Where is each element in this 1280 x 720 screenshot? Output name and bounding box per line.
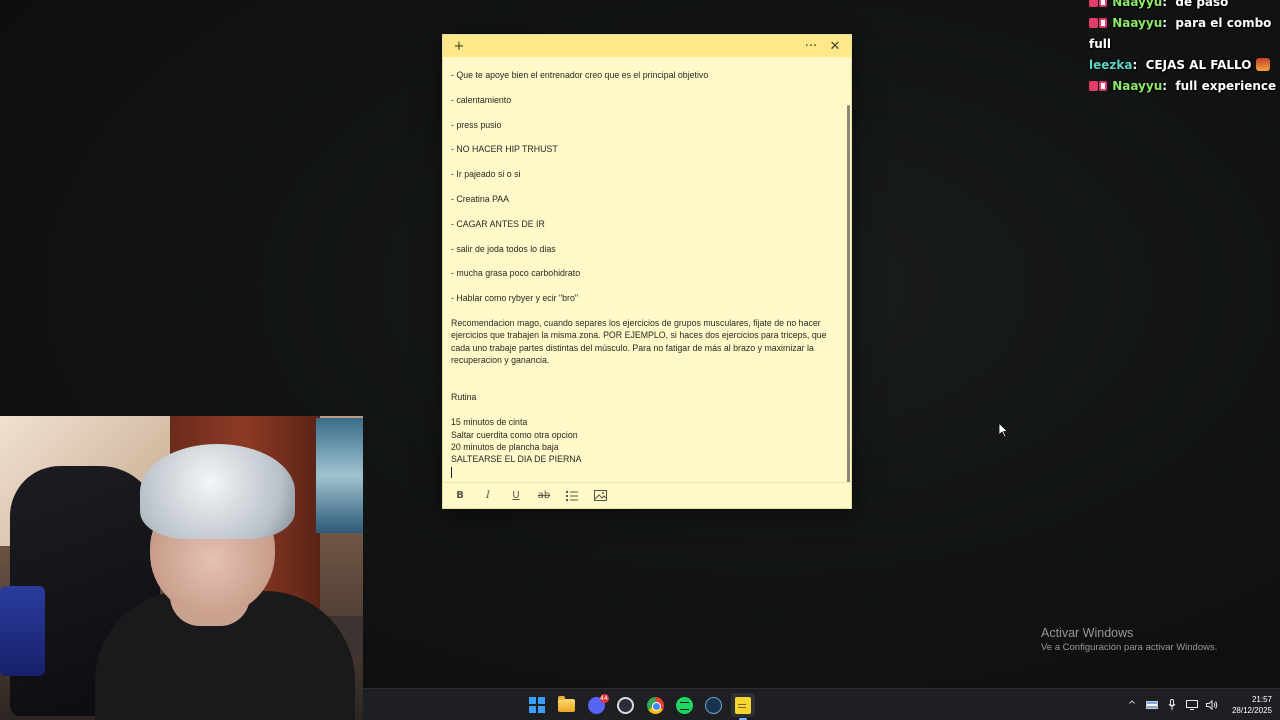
pencil-badge-icon	[1089, 0, 1098, 7]
note-line: - NO HACER HIP TRHUST	[451, 144, 558, 155]
chat-text: full experience	[1175, 79, 1277, 93]
stream-chat: Naayyu: de paso Naayyu: para el combo fu…	[1089, 0, 1280, 97]
text-caret	[451, 466, 837, 478]
steam-icon[interactable]	[701, 693, 725, 717]
underline-button[interactable]: U	[505, 486, 527, 506]
new-note-button[interactable]: +	[449, 37, 469, 55]
start-icon[interactable]	[525, 693, 549, 717]
routine-item: Saltar cuerdita como otra opcion	[451, 429, 578, 440]
chat-message: leezka: CEJAS AL FALLO	[1089, 55, 1280, 76]
strikethrough-button[interactable]: ab	[533, 486, 555, 506]
discord-icon[interactable]: 44	[584, 693, 609, 717]
clock-date: 28/12/2025	[1231, 706, 1272, 715]
chrome-icon[interactable]	[643, 693, 667, 717]
watermark-subtitle: Ve a Configuración para activar Windows.	[1041, 642, 1218, 653]
chat-text: CEJAS AL FALLO	[1145, 58, 1252, 72]
routine-item: 20 minutos de plancha baja	[451, 441, 559, 452]
note-line: - Creatina PAA	[451, 193, 510, 204]
show-hidden-icons-chevron-icon[interactable]: ^	[1122, 695, 1142, 715]
routine-item: 15 minutos de cinta	[451, 417, 528, 428]
sticky-note-window: + ··· ✕ - Que te apoye bien el entrenado…	[442, 34, 852, 509]
discord-badge: 44	[599, 693, 609, 703]
note-line: - Hablar como rybyer y ecir "bro"	[451, 293, 578, 304]
mod-badge-icon	[1099, 18, 1107, 28]
note-editor[interactable]: - Que te apoye bien el entrenador creo q…	[443, 57, 851, 482]
chat-message: Naayyu: full experience	[1089, 76, 1280, 97]
mod-badge-icon	[1099, 0, 1107, 7]
chat-message: Naayyu: de paso	[1089, 0, 1280, 13]
sticky-notes-icon[interactable]	[731, 693, 755, 720]
pencil-badge-icon	[1089, 18, 1098, 28]
volume-icon[interactable]	[1202, 695, 1222, 715]
recommendation-paragraph: Recomendacion mago, cuando separes los e…	[451, 317, 829, 366]
note-line: - CAGAR ANTES DE IR	[451, 218, 545, 229]
microphone-icon[interactable]	[1162, 695, 1182, 715]
mouse-cursor-icon	[998, 422, 1009, 442]
chat-username: Naayyu	[1112, 0, 1163, 9]
image-icon[interactable]	[589, 486, 611, 506]
italic-button[interactable]: I	[477, 486, 499, 506]
taskbar: 44 ^ 21:57 28/12/2025	[363, 688, 1280, 720]
network-icon[interactable]	[1182, 695, 1202, 715]
pencil-badge-icon	[1089, 81, 1098, 91]
note-line: - Ir pajeado si o si	[451, 169, 521, 180]
bold-button[interactable]: B	[449, 486, 471, 506]
note-line: - Que te apoye bien el entrenador creo q…	[451, 70, 709, 80]
clock-time: 21:57	[1251, 695, 1272, 704]
clock[interactable]: 21:57 28/12/2025	[1222, 694, 1280, 716]
chat-message: Naayyu: para el combo full	[1089, 16, 1272, 51]
mod-badge-icon	[1099, 81, 1107, 91]
chat-text: de paso	[1175, 0, 1229, 9]
routine-title: Rutina	[451, 392, 477, 403]
routine-item: SALTEARSE EL DIA DE PIERNA	[451, 454, 582, 465]
chat-username: leezka	[1089, 58, 1133, 72]
chat-emote-icon	[1255, 58, 1270, 71]
spotify-icon[interactable]	[672, 693, 696, 717]
file-explorer-icon[interactable]	[554, 693, 578, 717]
activate-windows-watermark: Activar Windows Ve a Configuración para …	[1041, 626, 1217, 654]
note-titlebar[interactable]: + ··· ✕	[443, 35, 851, 57]
note-line: - salir de joda todos lo dias	[451, 243, 556, 254]
chat-username: Naayyu	[1112, 16, 1163, 30]
note-line: - mucha grasa poco carbohidrato	[451, 268, 581, 279]
note-line: - calentamiento	[451, 94, 512, 105]
list-icon[interactable]	[561, 486, 583, 506]
obs-icon[interactable]	[613, 693, 637, 717]
note-line: - press pusio	[451, 119, 502, 130]
close-icon[interactable]: ✕	[825, 37, 845, 55]
chat-username: Naayyu	[1112, 79, 1163, 93]
watermark-title: Activar Windows	[1041, 626, 1134, 640]
language-flag-icon[interactable]	[1142, 695, 1162, 715]
formatting-toolbar: B I U ab	[443, 482, 851, 508]
webcam-feed	[0, 416, 363, 720]
note-scrollbar[interactable]	[847, 105, 850, 482]
menu-icon[interactable]: ···	[801, 37, 821, 55]
system-tray: ^ 21:57 28/12/2025	[1122, 689, 1280, 720]
